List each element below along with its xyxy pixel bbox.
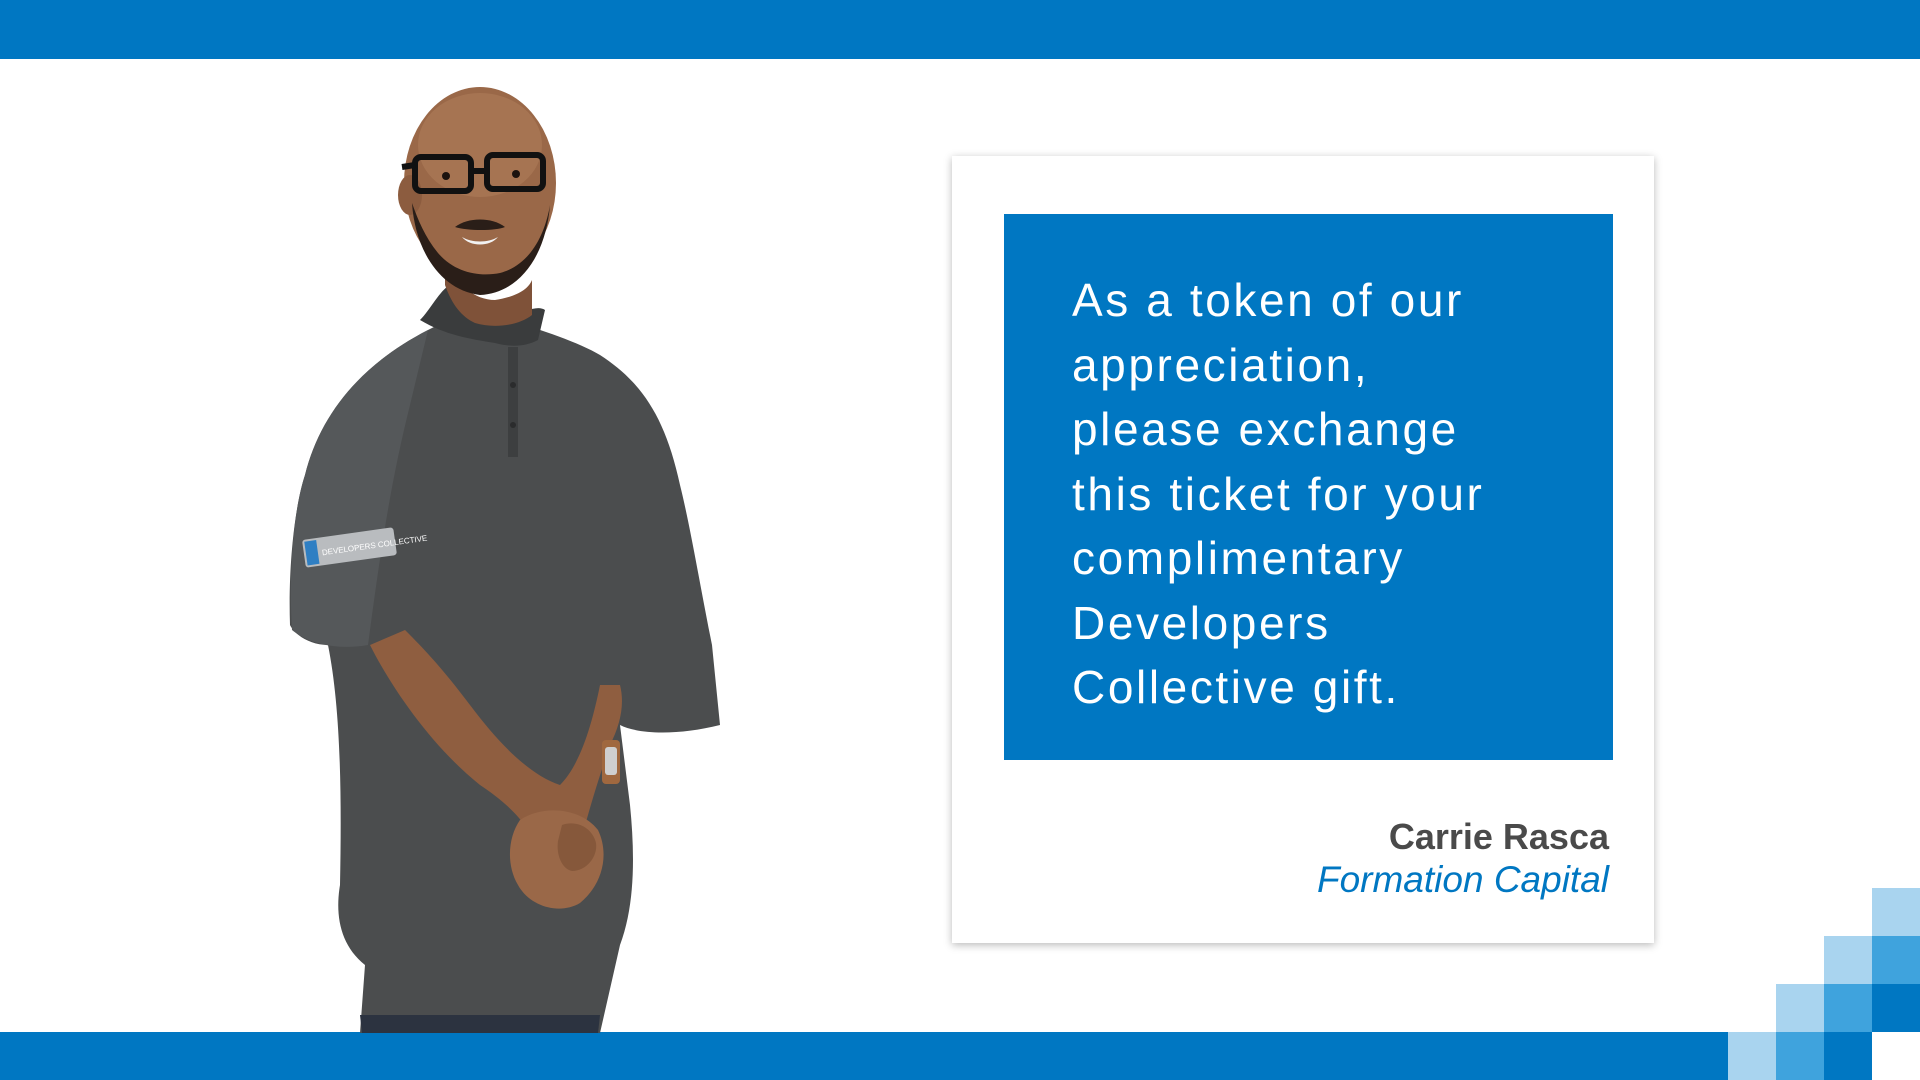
bottom-brand-bar bbox=[0, 1032, 1728, 1080]
author-company: Formation Capital bbox=[1316, 859, 1609, 900]
quote-card: As a token of our appreciation, please e… bbox=[952, 156, 1654, 943]
quote-box: As a token of our appreciation, please e… bbox=[1004, 214, 1613, 760]
quote-text: As a token of our appreciation, please e… bbox=[1072, 274, 1485, 713]
top-brand-bar bbox=[0, 0, 1920, 59]
author-name: Carrie Rasca bbox=[1388, 816, 1609, 857]
slide: DEVELOPERS COLLECTIVE As a token of our … bbox=[0, 0, 1920, 1080]
person-photo: DEVELOPERS COLLECTIVE bbox=[289, 87, 720, 1033]
